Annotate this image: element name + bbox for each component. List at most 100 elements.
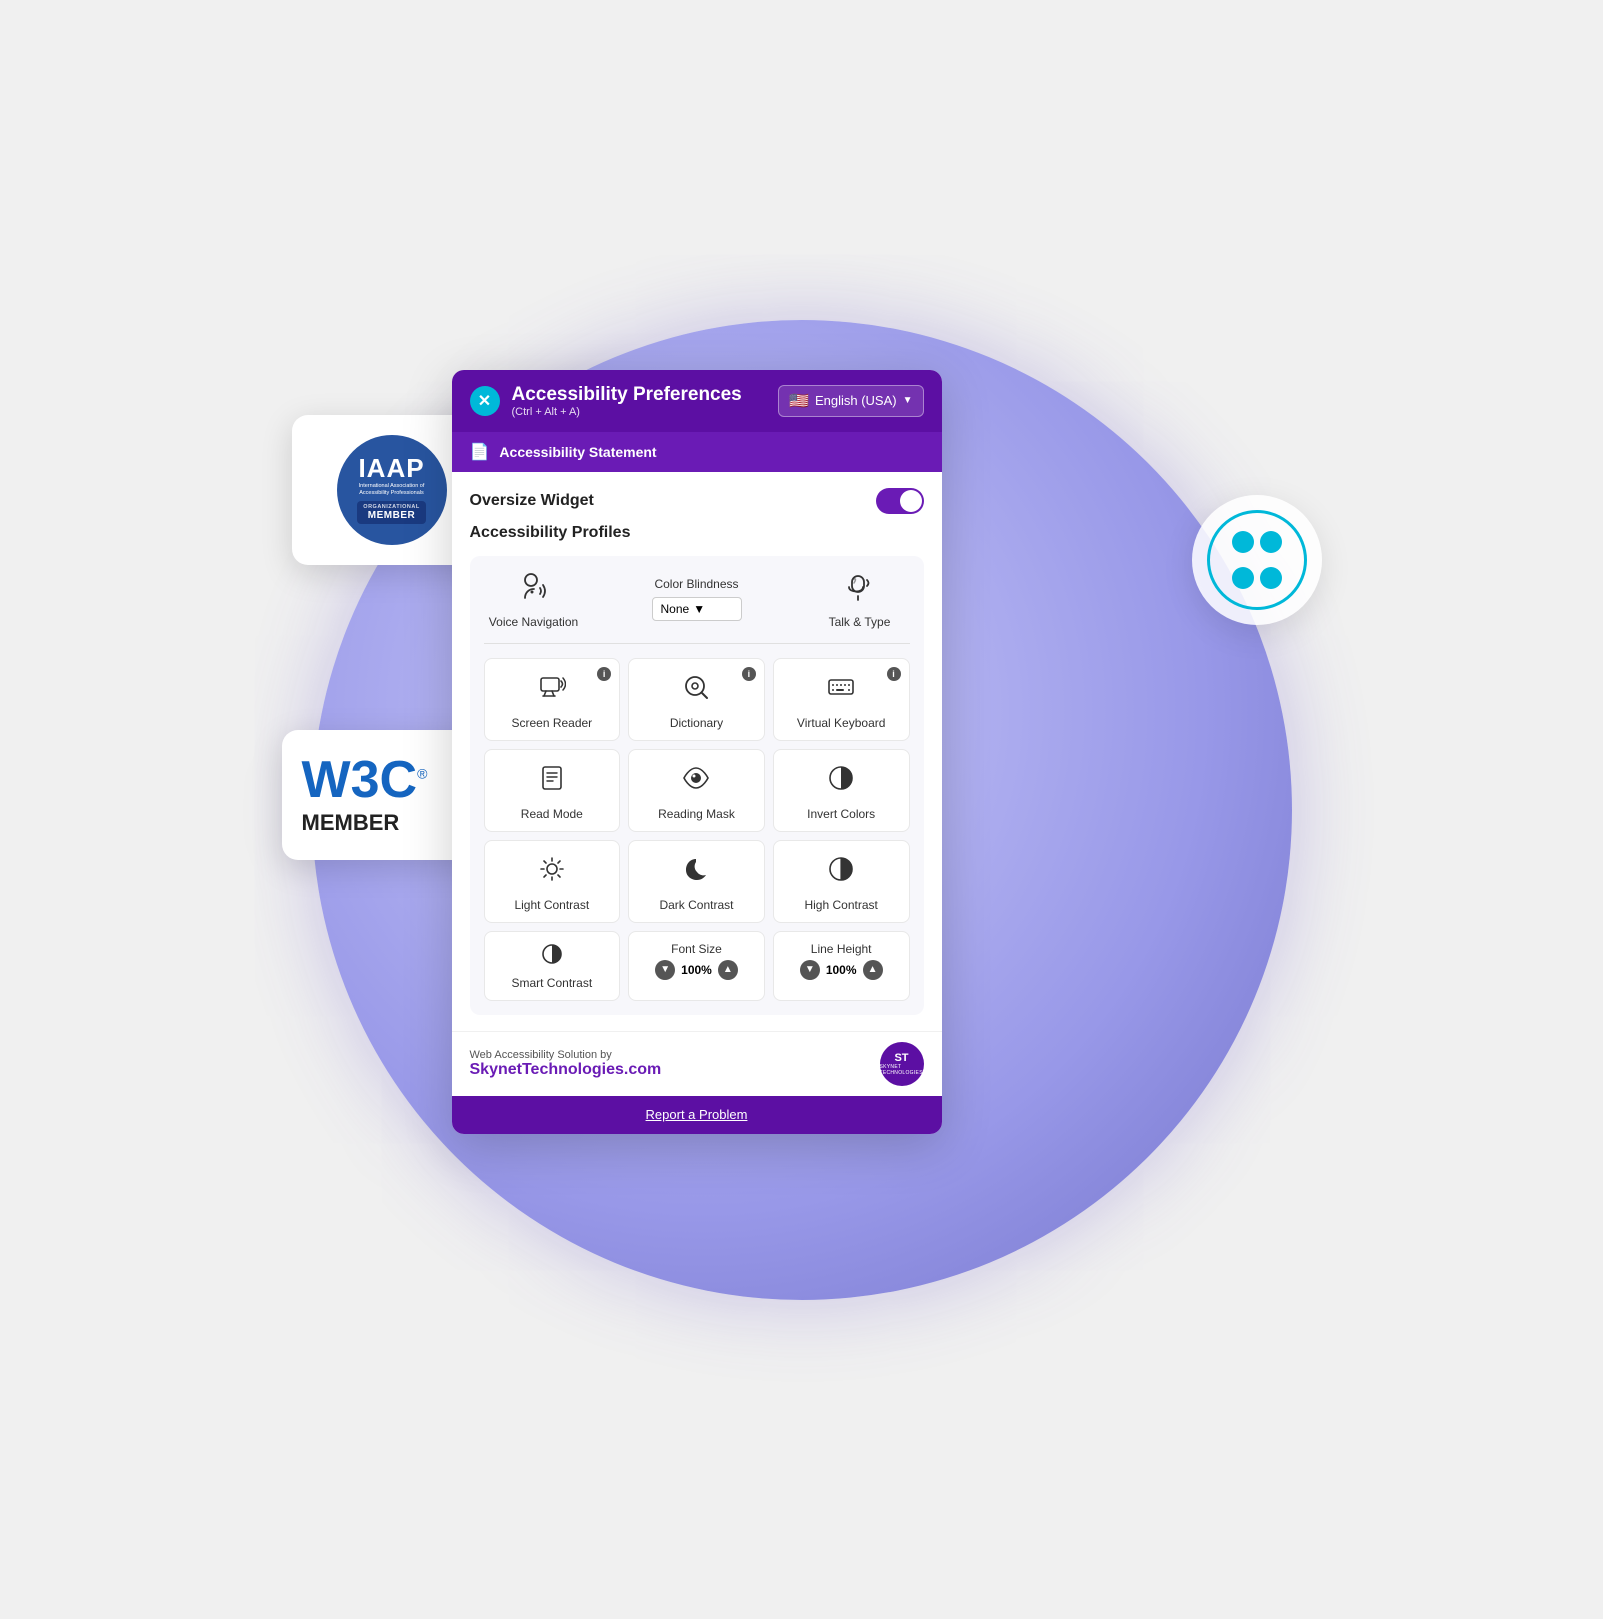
light-contrast-icon [538,855,566,890]
font-size-label: Font Size [671,942,722,956]
iaap-sub-text: International Association of Accessibili… [347,483,437,497]
footer-text: Web Accessibility Solution by [470,1049,662,1061]
talk-type-label: Talk & Type [829,615,891,629]
dark-contrast-label: Dark Contrast [659,898,733,912]
dictionary-icon [682,673,710,708]
screen-reader-label: Screen Reader [511,716,592,730]
footer-logo-text: ST [894,1052,908,1064]
footer-link[interactable]: SkynetTechnologies.com [470,1061,662,1078]
screen-reader-item[interactable]: i Screen Reader [484,658,621,741]
color-blind-chevron: ▼ [693,602,705,616]
line-height-value: 100% [826,963,857,977]
line-height-label: Line Height [811,942,872,956]
light-contrast-label: Light Contrast [514,898,589,912]
smart-contrast-item[interactable]: Smart Contrast [484,931,621,1001]
lang-label: English (USA) [815,393,897,408]
color-blind-label: Color Blindness [654,577,738,591]
line-height-item: Line Height ▼ 100% ▲ [773,931,910,1001]
virtual-keyboard-icon [827,673,855,708]
panel-body: Oversize Widget Accessibility Profiles [452,472,942,1031]
font-size-value: 100% [681,963,712,977]
report-link[interactable]: Report a Problem [646,1107,748,1122]
font-size-controls: ▼ 100% ▲ [655,960,738,980]
iaap-org-member: MEMBER [363,510,419,521]
panel-title: Accessibility Preferences [512,384,742,406]
read-mode-item[interactable]: Read Mode [484,749,621,832]
ball-dot-1 [1232,531,1254,553]
font-size-increase[interactable]: ▲ [718,960,738,980]
color-blind-select[interactable]: None ▼ [652,597,742,621]
accessibility-panel: ✕ Accessibility Preferences (Ctrl + Alt … [452,370,942,1134]
font-size-item: Font Size ▼ 100% ▲ [628,931,765,1001]
line-height-decrease[interactable]: ▼ [800,960,820,980]
footer-text-group: Web Accessibility Solution by SkynetTech… [470,1049,662,1079]
panel-footer: Web Accessibility Solution by SkynetTech… [452,1031,942,1096]
footer-logo-subtext: SKYNET TECHNOLOGIES [880,1064,924,1076]
color-blind-value: None [661,602,690,616]
ball-dot-4 [1260,567,1282,589]
ball-dot-3 [1232,567,1254,589]
talk-type-icon [844,570,876,609]
oversize-toggle[interactable] [876,488,924,514]
info-icon-dictionary: i [742,667,756,681]
light-contrast-item[interactable]: Light Contrast [484,840,621,923]
high-contrast-item[interactable]: High Contrast [773,840,910,923]
language-selector[interactable]: 🇺🇸 English (USA) ▼ [778,385,923,417]
accessibility-statement-bar[interactable]: 📄 Accessibility Statement [452,432,942,472]
high-contrast-label: High Contrast [804,898,877,912]
virtual-keyboard-label: Virtual Keyboard [797,716,886,730]
dictionary-item[interactable]: i Dictionary [628,658,765,741]
oversize-label: Oversize Widget [470,492,594,510]
panel-title-group: Accessibility Preferences (Ctrl + Alt + … [512,384,742,418]
report-problem-bar[interactable]: Report a Problem [452,1096,942,1134]
invert-colors-icon [827,764,855,799]
reading-mask-icon [682,764,710,799]
high-contrast-icon [827,855,855,890]
stepper-row: Smart Contrast Font Size ▼ 100% ▲ Line H… [484,931,910,1001]
line-height-controls: ▼ 100% ▲ [800,960,883,980]
toggle-knob [900,490,922,512]
close-button[interactable]: ✕ [470,386,500,416]
statement-label: Accessibility Statement [499,444,656,460]
dark-contrast-item[interactable]: Dark Contrast [628,840,765,923]
accessibility-widget-preview [1192,495,1322,625]
panel-shortcut: (Ctrl + Alt + A) [512,406,742,418]
flag-icon: 🇺🇸 [789,391,809,411]
footer-logo: ST SKYNET TECHNOLOGIES [880,1042,924,1086]
ball-dot-2 [1260,531,1282,553]
reading-mask-item[interactable]: Reading Mask [628,749,765,832]
dark-contrast-icon [682,855,710,890]
profiles-label: Accessibility Profiles [470,524,924,542]
font-size-decrease[interactable]: ▼ [655,960,675,980]
talk-and-type-item[interactable]: Talk & Type [810,570,910,629]
read-mode-icon [538,764,566,799]
voice-navigation-icon [518,570,550,609]
panel-header-left: ✕ Accessibility Preferences (Ctrl + Alt … [470,384,742,418]
grid-row-1: i Screen Reader [484,658,910,741]
footer-brand: Web Accessibility Solution by SkynetTech… [470,1042,924,1086]
color-blindness-container: Color Blindness None ▼ [652,577,742,621]
virtual-keyboard-item[interactable]: i [773,658,910,741]
dictionary-label: Dictionary [670,716,723,730]
grid-row-3: Light Contrast Dark Contrast [484,840,910,923]
info-icon-virtual-keyboard: i [887,667,901,681]
line-height-increase[interactable]: ▲ [863,960,883,980]
options-grid: Voice Navigation Color Blindness None ▼ [470,556,924,1015]
iaap-logo-text: IAAP [358,455,424,481]
chevron-down-icon: ▼ [903,395,913,406]
invert-colors-item[interactable]: Invert Colors [773,749,910,832]
oversize-widget-row: Oversize Widget [470,488,924,514]
document-icon: 📄 [470,442,490,462]
screen-reader-icon [538,673,566,708]
top-options-row: Voice Navigation Color Blindness None ▼ [484,570,910,644]
info-icon-screen-reader: i [597,667,611,681]
smart-contrast-icon [540,942,564,972]
smart-contrast-label: Smart Contrast [511,976,592,990]
voice-navigation-item[interactable]: Voice Navigation [484,570,584,629]
reading-mask-label: Reading Mask [658,807,735,821]
grid-row-2: Read Mode Reading Mask [484,749,910,832]
panel-header: ✕ Accessibility Preferences (Ctrl + Alt … [452,370,942,432]
invert-colors-label: Invert Colors [807,807,875,821]
read-mode-label: Read Mode [521,807,583,821]
voice-nav-label: Voice Navigation [489,615,578,629]
